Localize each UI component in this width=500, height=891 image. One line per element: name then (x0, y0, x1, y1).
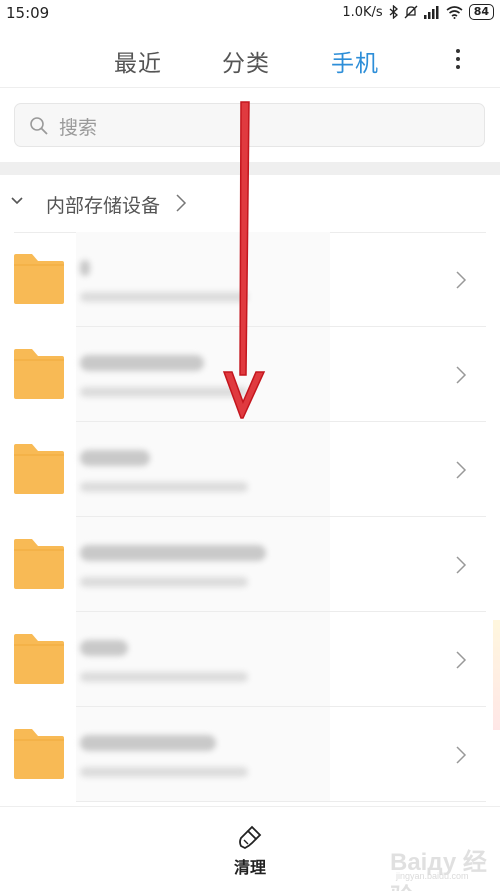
brush-icon (239, 825, 262, 850)
top-tab-bar: 最近 分类 手机 (0, 40, 500, 80)
tab-recent[interactable]: 最近 (114, 44, 162, 78)
folder-row[interactable] (0, 707, 500, 802)
clean-label: 清理 (233, 858, 266, 877)
redacted-folder-info (76, 422, 330, 517)
folder-row[interactable] (0, 612, 500, 707)
watermark-url: jingyan.baidu.com (396, 871, 469, 881)
clean-button[interactable]: 清理 (220, 822, 280, 877)
redacted-folder-info (76, 612, 330, 707)
folder-row[interactable] (0, 517, 500, 612)
folder-list (0, 232, 500, 802)
tab-phone[interactable]: 手机 (331, 44, 379, 78)
folder-icon (14, 349, 64, 399)
header-divider (0, 87, 500, 88)
redacted-folder-info (76, 327, 330, 422)
watermark-logo: Baiду 经验 jingyan.baidu.com (390, 838, 498, 891)
bottom-divider (0, 806, 500, 807)
watermark-brand: Baiду 经验 (390, 849, 487, 891)
redacted-folder-info (76, 517, 330, 612)
signal-icon (423, 5, 439, 19)
section-separator (0, 162, 500, 175)
wifi-icon (446, 5, 463, 19)
folder-icon (14, 634, 64, 684)
search-input[interactable]: 搜索 (14, 103, 485, 147)
chevron-down-icon[interactable] (10, 194, 24, 208)
edge-decoration (493, 620, 500, 730)
chevron-right-icon (456, 271, 467, 289)
folder-icon (14, 254, 64, 304)
folder-icon (14, 729, 64, 779)
chevron-right-icon (456, 556, 467, 574)
search-icon (30, 117, 48, 135)
chevron-right-icon (456, 746, 467, 764)
folder-row[interactable] (0, 327, 500, 422)
search-placeholder: 搜索 (59, 117, 98, 139)
chevron-right-icon (456, 651, 467, 669)
redacted-folder-info (76, 232, 330, 327)
folder-row[interactable] (0, 232, 500, 327)
tab-category[interactable]: 分类 (222, 44, 270, 78)
status-icons: 1.0K/s 84 (342, 4, 494, 20)
alarm-off-icon (404, 5, 418, 19)
status-bar: 15:09 1.0K/s 84 (0, 0, 500, 28)
battery-badge: 84 (468, 4, 494, 20)
folder-row[interactable] (0, 422, 500, 517)
chevron-right-icon (176, 194, 187, 212)
storage-location-header[interactable]: 内部存储设备 (0, 185, 500, 225)
more-options-icon[interactable] (450, 46, 466, 74)
storage-label[interactable]: 内部存储设备 (46, 191, 160, 218)
bluetooth-icon (389, 5, 398, 19)
network-speed: 1.0K/s (342, 4, 383, 20)
redacted-folder-info (76, 707, 330, 802)
chevron-right-icon (456, 461, 467, 479)
folder-icon (14, 539, 64, 589)
folder-icon (14, 444, 64, 494)
status-time: 15:09 (6, 4, 50, 22)
chevron-right-icon (456, 366, 467, 384)
